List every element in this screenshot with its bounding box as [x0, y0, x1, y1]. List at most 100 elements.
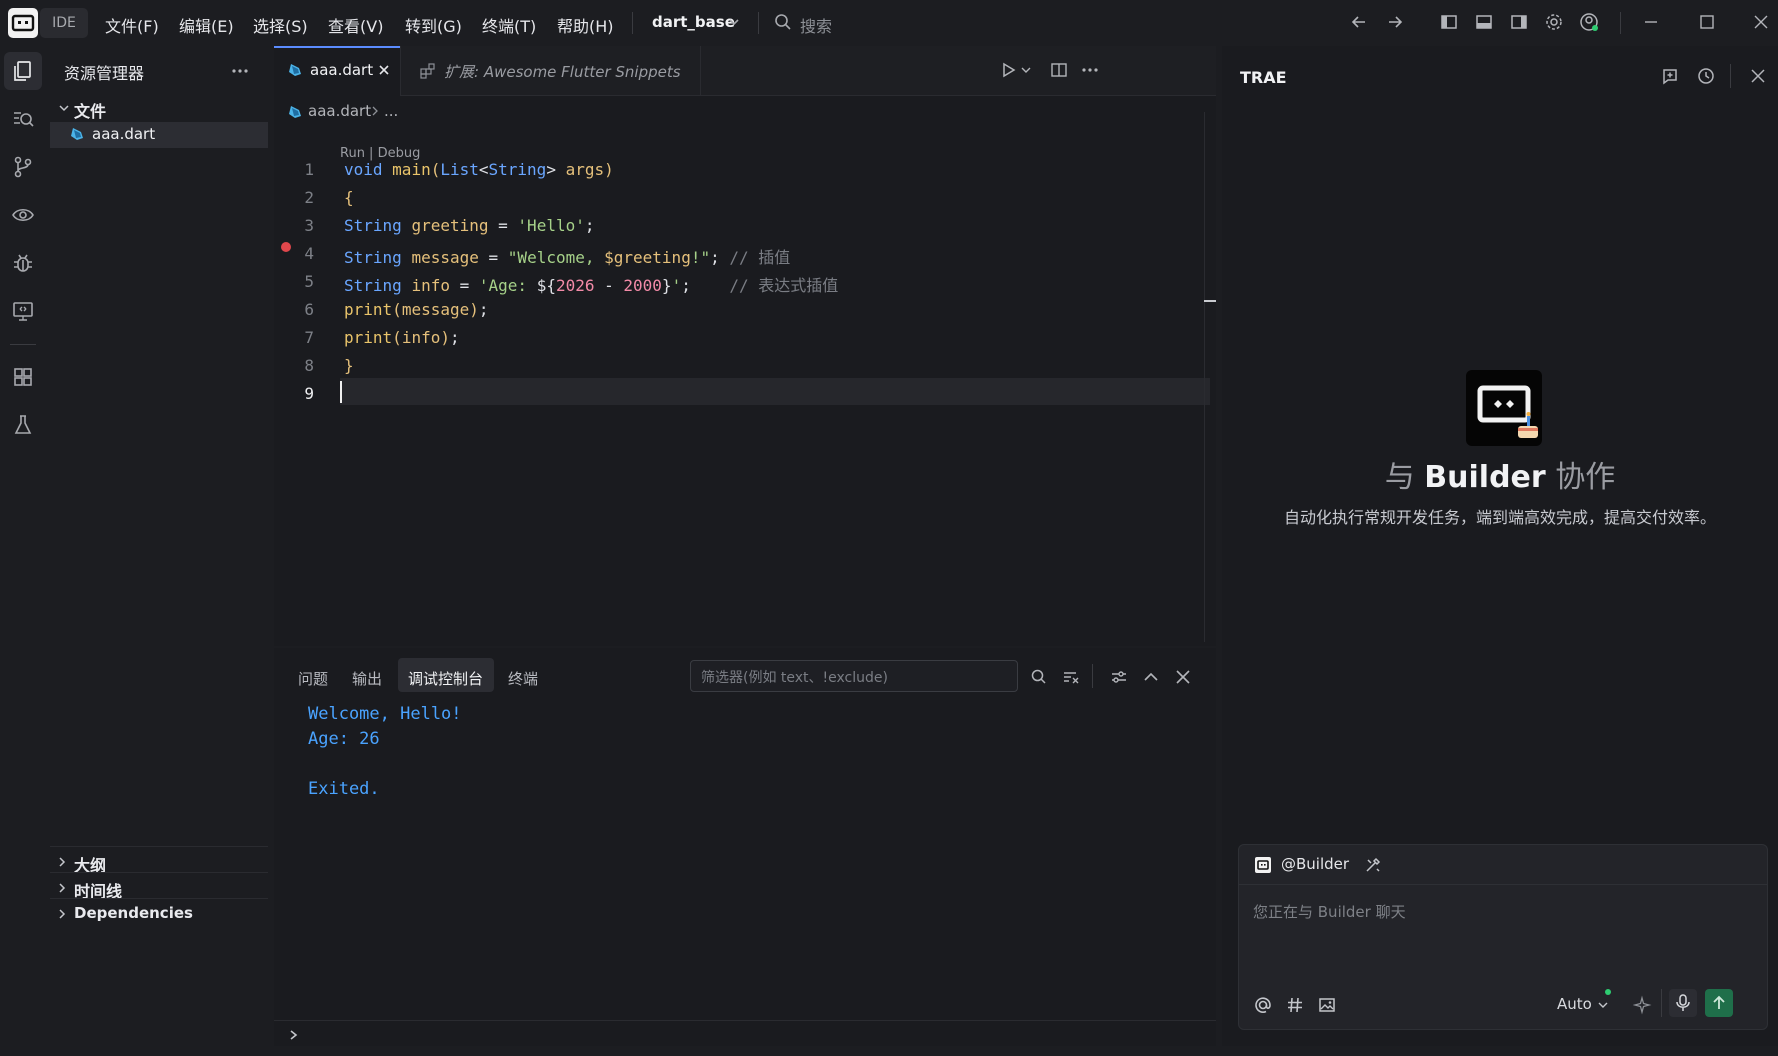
extensions-icon[interactable] — [10, 364, 36, 390]
more-actions-icon[interactable] — [230, 66, 250, 76]
status-dot — [1605, 989, 1611, 995]
tab-output[interactable]: 输出 — [352, 668, 382, 689]
voice-input-button[interactable] — [1669, 989, 1697, 1017]
menu-file[interactable]: 文件(F) — [105, 13, 159, 37]
chevron-down-icon[interactable] — [1020, 64, 1032, 76]
tab-debug-console[interactable]: 调试控制台 — [408, 668, 483, 689]
divider — [1620, 12, 1621, 34]
code-line[interactable]: String message = "Welcome, $greeting!"; … — [344, 244, 790, 268]
menu-view[interactable]: 查看(V) — [328, 13, 383, 37]
console-output-line: Exited. — [308, 779, 380, 799]
codelens-run-debug[interactable]: Run | Debug — [340, 146, 420, 161]
model-selector[interactable]: Auto — [1557, 995, 1592, 1013]
agent-mention[interactable]: @Builder — [1281, 855, 1349, 873]
new-chat-icon[interactable] — [1660, 66, 1680, 86]
divider — [50, 872, 268, 873]
split-editor-icon[interactable] — [1050, 61, 1068, 79]
back-arrow-icon[interactable] — [1348, 11, 1370, 33]
code-line[interactable]: { — [344, 188, 354, 207]
line-number: 9 — [304, 384, 314, 403]
source-control-icon[interactable] — [10, 154, 36, 180]
chevron-right-icon[interactable] — [56, 856, 68, 868]
folder-root[interactable]: 文件 — [74, 98, 106, 122]
more-actions-icon[interactable] — [1080, 65, 1100, 75]
ide-badge[interactable]: IDE — [40, 8, 88, 38]
tab-terminal[interactable]: 终端 — [508, 668, 538, 689]
chevron-down-icon[interactable] — [1597, 999, 1609, 1011]
sparkle-enhance-icon[interactable] — [1633, 995, 1653, 1015]
trae-logo-icon[interactable] — [8, 8, 38, 38]
menu-selection[interactable]: 选择(S) — [253, 13, 308, 37]
search-icon[interactable] — [1030, 668, 1048, 686]
settings-gear-icon[interactable] — [1543, 11, 1565, 33]
clear-console-icon[interactable] — [1062, 668, 1080, 686]
line-number: 4 — [304, 244, 314, 263]
mention-at-icon[interactable] — [1253, 995, 1273, 1015]
breadcrumb-symbol[interactable]: ... — [384, 102, 398, 120]
text-cursor — [340, 381, 342, 403]
section-dependencies[interactable]: Dependencies — [74, 904, 193, 922]
divider — [758, 12, 759, 34]
chevron-right-icon[interactable] — [56, 908, 68, 920]
tab-extension-label[interactable]: 扩展: Awesome Flutter Snippets — [444, 61, 681, 82]
code-line[interactable]: print(message); — [344, 300, 489, 319]
menu-goto[interactable]: 转到(G) — [405, 13, 462, 37]
line-number: 7 — [304, 328, 314, 347]
testing-flask-icon[interactable] — [10, 412, 36, 438]
heading-prefix: 与 — [1384, 460, 1415, 495]
menu-terminal[interactable]: 终端(T) — [482, 13, 536, 37]
image-upload-icon[interactable] — [1317, 995, 1337, 1015]
line-number: 6 — [304, 300, 314, 319]
hashtag-context-icon[interactable] — [1285, 995, 1305, 1015]
chevron-right-icon[interactable] — [56, 882, 68, 894]
close-window-icon[interactable] — [1750, 11, 1772, 33]
breadcrumb-file[interactable]: aaa.dart — [308, 102, 371, 120]
toggle-panel-icon[interactable] — [1473, 11, 1495, 33]
forward-arrow-icon[interactable] — [1384, 11, 1406, 33]
search-replace-icon[interactable] — [10, 106, 36, 132]
tools-icon[interactable] — [1365, 857, 1381, 873]
toggle-right-sidebar-icon[interactable] — [1508, 11, 1530, 33]
code-line[interactable]: print(info); — [344, 328, 460, 347]
code-line[interactable]: String greeting = 'Hello'; — [344, 216, 595, 235]
code-line[interactable]: String info = 'Age: ${2026 - 2000}'; // … — [344, 272, 838, 296]
debug-bug-icon[interactable] — [10, 250, 36, 276]
send-button[interactable] — [1705, 989, 1733, 1017]
toggle-left-sidebar-icon[interactable] — [1438, 11, 1460, 33]
maximize-panel-icon[interactable] — [1142, 668, 1160, 686]
command-search[interactable]: 搜索 — [800, 13, 832, 37]
divider — [700, 46, 701, 96]
scrollbar-track[interactable] — [1204, 112, 1205, 642]
close-panel-icon[interactable] — [1174, 668, 1192, 686]
account-icon[interactable] — [1578, 11, 1600, 33]
menu-edit[interactable]: 编辑(E) — [179, 13, 234, 37]
preview-eye-icon[interactable] — [10, 202, 36, 228]
chat-message-input[interactable]: 您正在与 Builder 聊天 — [1253, 901, 1406, 922]
tab-problems[interactable]: 问题 — [298, 668, 328, 689]
bottom-panel: 问题 输出 调试控制台 终端 筛选器(例如 text、!exclude) Wel… — [274, 648, 1216, 1046]
close-tab-icon[interactable] — [378, 64, 390, 76]
file-name[interactable]: aaa.dart — [92, 125, 155, 143]
chevron-down-icon[interactable] — [58, 102, 70, 114]
divider — [50, 898, 268, 899]
project-selector[interactable]: dart_base — [652, 13, 735, 31]
remote-monitor-icon[interactable] — [10, 298, 36, 324]
divider — [50, 846, 268, 847]
explorer-files-icon[interactable] — [10, 58, 36, 84]
menu-help[interactable]: 帮助(H) — [557, 13, 614, 37]
code-line[interactable]: void main(List<String> args) — [344, 160, 614, 179]
search-icon[interactable] — [774, 13, 792, 31]
filter-input[interactable]: 筛选器(例如 text、!exclude) — [690, 660, 1018, 692]
divider — [1092, 664, 1093, 688]
console-prompt-chevron-icon[interactable] — [288, 1028, 300, 1042]
history-icon[interactable] — [1696, 66, 1716, 86]
minimize-icon[interactable] — [1640, 11, 1662, 33]
close-panel-icon[interactable] — [1748, 66, 1768, 86]
maximize-icon[interactable] — [1696, 11, 1718, 33]
tab-label[interactable]: aaa.dart — [310, 61, 373, 79]
run-icon[interactable] — [1000, 61, 1018, 79]
panel-settings-icon[interactable] — [1110, 668, 1128, 686]
extension-icon — [420, 63, 436, 79]
code-line[interactable]: } — [344, 356, 354, 375]
chevron-down-icon[interactable] — [728, 16, 740, 28]
